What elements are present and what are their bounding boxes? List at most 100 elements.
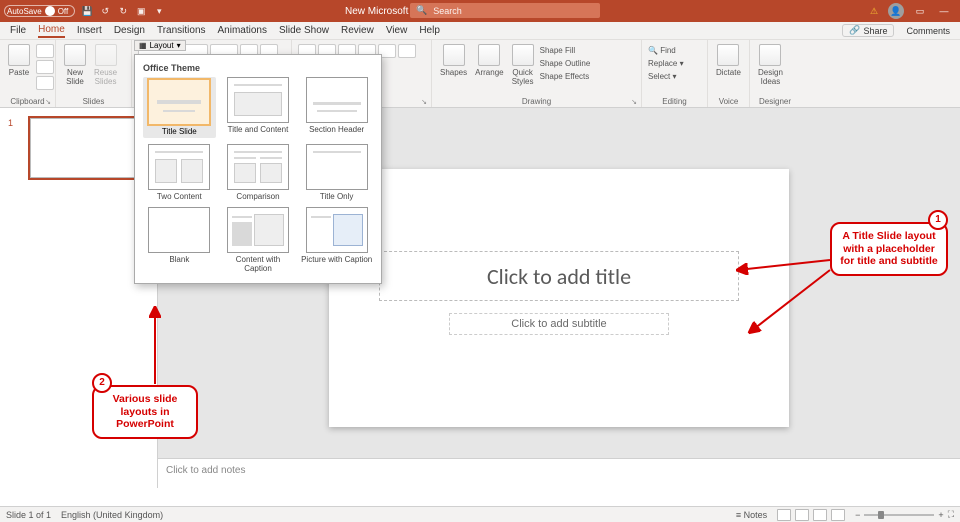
annotation-arrow-1a xyxy=(730,240,840,350)
share-button[interactable]: 🔗 Share xyxy=(842,24,894,37)
replace-button[interactable]: Replace ▾ xyxy=(648,59,684,68)
annotation-1: 1 A Title Slide layout with a placeholde… xyxy=(830,222,948,276)
layout-content-with-caption[interactable]: Content with Caption xyxy=(222,207,295,273)
new-slide-button[interactable]: New Slide xyxy=(62,44,88,86)
autosave-toggle[interactable]: AutoSave Off xyxy=(4,5,75,17)
slideshow-view-button[interactable] xyxy=(831,509,845,521)
layout-title-slide[interactable]: Title Slide xyxy=(143,77,216,138)
notes-pane[interactable]: Click to add notes xyxy=(158,458,960,488)
undo-icon[interactable]: ↺ xyxy=(99,5,111,17)
tab-design[interactable]: Design xyxy=(114,25,145,36)
title-bar: AutoSave Off 💾 ↺ ↻ ▣ ▾ New Microsoft Pow… xyxy=(0,0,960,22)
layout-label: Comparison xyxy=(236,192,279,201)
tab-help[interactable]: Help xyxy=(419,25,440,36)
group-drawing: Shapes Arrange Quick Styles Shape Fill S… xyxy=(432,40,642,107)
layout-title-only[interactable]: Title Only xyxy=(300,144,373,201)
redo-icon[interactable]: ↻ xyxy=(117,5,129,17)
search-input[interactable] xyxy=(433,6,594,16)
shape-effects-button[interactable]: Shape Effects xyxy=(540,72,591,81)
copy-button[interactable] xyxy=(36,60,54,74)
design-ideas-button[interactable]: Design Ideas xyxy=(756,44,785,86)
present-icon[interactable]: ▣ xyxy=(135,5,147,17)
group-designer: Design Ideas Designer xyxy=(750,40,800,107)
zoom-out-button[interactable]: − xyxy=(855,510,860,520)
group-voice-label: Voice xyxy=(714,96,743,106)
ribbon-options-icon[interactable]: ▭ xyxy=(912,3,928,19)
annotation-2: 2 Various slide layouts in PowerPoint xyxy=(92,385,198,439)
mic-icon xyxy=(717,44,739,66)
slide-canvas[interactable]: Click to add title Click to add subtitle xyxy=(329,169,789,427)
layout-gallery-header: Office Theme xyxy=(143,61,373,77)
ribbon-tabs: File Home Insert Design Transitions Anim… xyxy=(0,22,960,40)
dictate-button[interactable]: Dictate xyxy=(714,44,743,77)
title-placeholder[interactable]: Click to add title xyxy=(379,251,739,301)
account-avatar[interactable]: 👤 xyxy=(888,3,904,19)
slide-thumbnail-number: 1 xyxy=(8,118,13,128)
layout-label: Title and Content xyxy=(228,125,289,134)
minimize-button[interactable]: — xyxy=(936,3,952,19)
toggle-knob-icon xyxy=(45,6,55,16)
tab-insert[interactable]: Insert xyxy=(77,25,102,36)
layout-label: Blank xyxy=(169,255,189,264)
reuse-slides-button[interactable]: Reuse Slides xyxy=(92,44,119,86)
format-painter-button[interactable] xyxy=(36,76,54,90)
shapes-icon xyxy=(443,44,465,66)
layout-blank[interactable]: Blank xyxy=(143,207,216,273)
shape-outline-button[interactable]: Shape Outline xyxy=(540,59,591,68)
fit-to-window-button[interactable]: ⛶ xyxy=(948,509,954,520)
qat-dropdown-icon[interactable]: ▾ xyxy=(153,5,165,17)
reuse-slides-icon xyxy=(95,44,117,66)
tab-animations[interactable]: Animations xyxy=(218,25,267,36)
slide-thumbnail-1[interactable] xyxy=(30,118,136,178)
tab-view[interactable]: View xyxy=(386,25,408,36)
group-drawing-label: Drawing xyxy=(522,97,551,106)
paste-button[interactable]: Paste xyxy=(6,44,32,77)
shapes-button[interactable]: Shapes xyxy=(438,44,469,77)
zoom-slider[interactable] xyxy=(864,514,934,516)
layout-gallery: Office Theme Title Slide Title and Conte… xyxy=(134,54,382,284)
tab-transitions[interactable]: Transitions xyxy=(157,25,206,36)
quick-styles-button[interactable]: Quick Styles xyxy=(510,44,536,86)
arrange-button[interactable]: Arrange xyxy=(473,44,505,77)
tab-file[interactable]: File xyxy=(10,25,26,36)
shape-fill-button[interactable]: Shape Fill xyxy=(540,46,591,55)
layout-two-content[interactable]: Two Content xyxy=(143,144,216,201)
search-box[interactable]: 🔍 xyxy=(410,3,600,18)
view-buttons xyxy=(777,509,845,521)
layout-label: Title Only xyxy=(320,192,354,201)
find-button[interactable]: 🔍 Find xyxy=(648,46,684,55)
drawing-launcher[interactable]: ↘ xyxy=(631,98,637,106)
select-button[interactable]: Select ▾ xyxy=(648,72,684,81)
annotation-badge: 1 xyxy=(928,210,948,230)
subtitle-placeholder[interactable]: Click to add subtitle xyxy=(449,313,669,335)
sorter-view-button[interactable] xyxy=(795,509,809,521)
language-indicator[interactable]: English (United Kingdom) xyxy=(61,510,163,520)
paragraph-launcher[interactable]: ↘ xyxy=(421,98,427,106)
reading-view-button[interactable] xyxy=(813,509,827,521)
zoom-in-button[interactable]: + xyxy=(938,510,943,520)
align-center-button[interactable] xyxy=(398,44,416,58)
group-editing: 🔍 Find Replace ▾ Select ▾ Editing xyxy=(642,40,708,107)
layout-icon: ▦ xyxy=(139,41,147,50)
layout-section-header[interactable]: Section Header xyxy=(300,77,373,138)
warning-icon[interactable]: ⚠ xyxy=(868,5,880,17)
save-icon[interactable]: 💾 xyxy=(81,5,93,17)
group-voice: Dictate Voice xyxy=(708,40,750,107)
normal-view-button[interactable] xyxy=(777,509,791,521)
tab-slideshow[interactable]: Slide Show xyxy=(279,25,329,36)
group-clipboard-label: Clipboard xyxy=(10,97,44,106)
layout-comparison[interactable]: Comparison xyxy=(222,144,295,201)
tab-home[interactable]: Home xyxy=(38,24,65,38)
layout-picture-with-caption[interactable]: Picture with Caption xyxy=(300,207,373,273)
layout-label: Two Content xyxy=(157,192,202,201)
layout-label: Section Header xyxy=(309,125,364,134)
layout-dropdown-button[interactable]: ▦ Layout ▾ xyxy=(134,40,186,51)
cut-button[interactable] xyxy=(36,44,54,58)
layout-label: Picture with Caption xyxy=(301,255,372,264)
clipboard-launcher[interactable]: ↘ xyxy=(45,98,51,106)
notes-toggle[interactable]: ≡ Notes xyxy=(736,510,767,520)
zoom-control[interactable]: − + ⛶ xyxy=(855,509,954,520)
comments-button[interactable]: Comments xyxy=(906,26,950,36)
layout-title-and-content[interactable]: Title and Content xyxy=(222,77,295,138)
tab-review[interactable]: Review xyxy=(341,25,374,36)
